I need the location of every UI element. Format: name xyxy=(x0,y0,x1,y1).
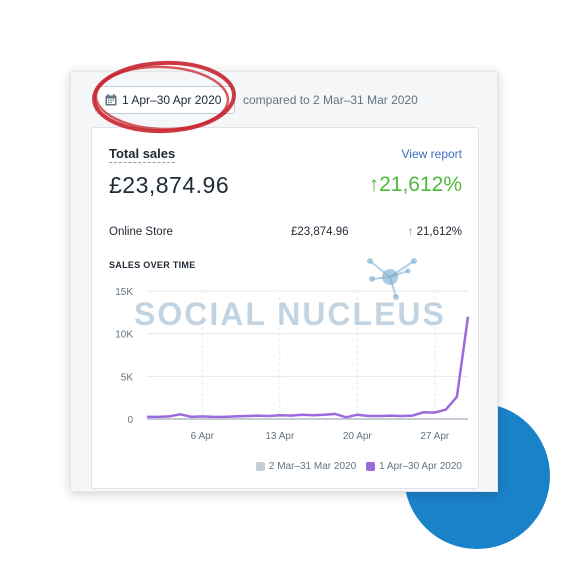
red-annotation-circle xyxy=(92,60,236,134)
